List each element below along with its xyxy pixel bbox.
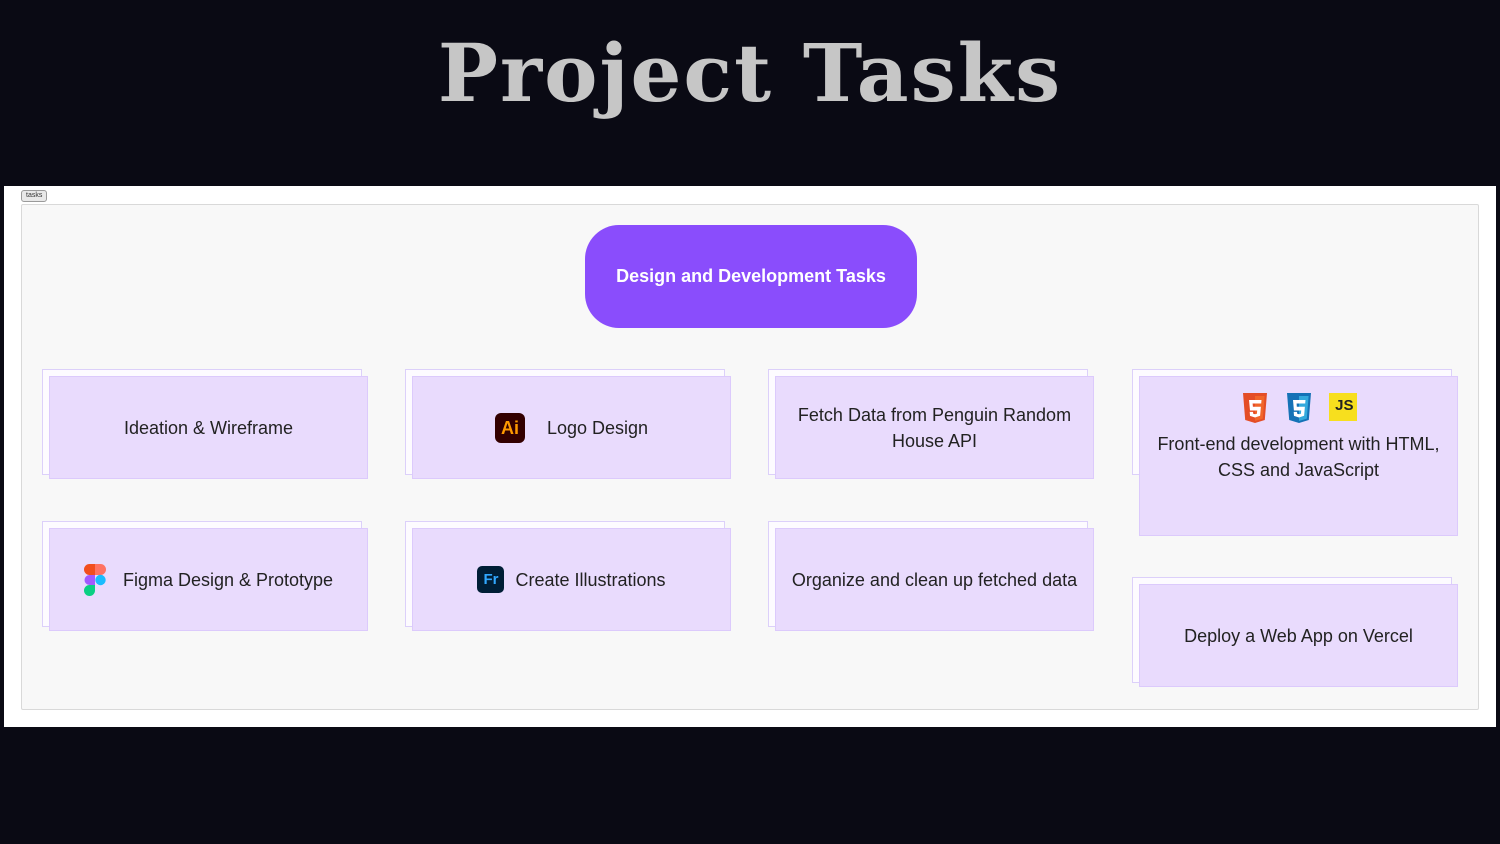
card-face[interactable]: Fr Create Illustrations: [412, 528, 731, 631]
task-label: Front-end development with HTML, CSS and…: [1157, 434, 1440, 480]
card-face[interactable]: Ai Logo Design: [412, 376, 731, 479]
task-label: Logo Design: [546, 417, 649, 438]
card-face[interactable]: Organize and clean up fetched data: [775, 528, 1094, 631]
task-label: Create Illustrations: [515, 569, 666, 590]
task-card-figma[interactable]: Figma Design & Prototype: [42, 521, 368, 631]
task-card-logo[interactable]: Ai Logo Design: [405, 369, 731, 479]
task-card-organize[interactable]: Organize and clean up fetched data: [768, 521, 1094, 631]
html5-icon: [1242, 393, 1267, 423]
figma-icon: [83, 563, 106, 596]
page-title: Project Tasks: [437, 26, 1063, 120]
task-label: Ideation & Wireframe: [123, 417, 294, 438]
frame-tag[interactable]: tasks: [21, 190, 48, 202]
adobe-illustrator-icon: Ai: [494, 412, 525, 443]
javascript-icon: JS: [1328, 393, 1357, 421]
root-node[interactable]: Design and Development Tasks: [585, 225, 917, 328]
adobe-fresco-icon: Fr: [477, 566, 505, 593]
card-face[interactable]: Fetch Data from Penguin Random House API: [775, 376, 1094, 479]
card-face[interactable]: Figma Design & Prototype: [49, 528, 368, 631]
task-label: Figma Design & Prototype: [122, 569, 334, 590]
tasks-frame[interactable]: Design and Development Tasks Ideation & …: [21, 204, 1479, 710]
task-card-illustrations[interactable]: Fr Create Illustrations: [405, 521, 731, 631]
card-face[interactable]: Deploy a Web App on Vercel: [1139, 584, 1458, 687]
task-label: Organize and clean up fetched data: [791, 569, 1078, 590]
task-card-fetch[interactable]: Fetch Data from Penguin Random House API: [768, 369, 1094, 479]
css3-icon: [1286, 393, 1311, 423]
card-face[interactable]: JS Front-end development with HTML, CSS …: [1139, 376, 1458, 536]
tech-icons: JS: [1241, 393, 1357, 425]
whiteboard-canvas[interactable]: tasks Design and Development Tasks Ideat…: [4, 186, 1496, 727]
task-label: Deploy a Web App on Vercel: [1184, 625, 1413, 646]
task-card-deploy[interactable]: Deploy a Web App on Vercel: [1132, 577, 1458, 687]
task-label: Fetch Data from Penguin Random House API: [797, 404, 1072, 451]
task-card-ideation[interactable]: Ideation & Wireframe: [42, 369, 368, 479]
card-face[interactable]: Ideation & Wireframe: [49, 376, 368, 479]
task-card-frontend[interactable]: JS Front-end development with HTML, CSS …: [1132, 369, 1458, 536]
